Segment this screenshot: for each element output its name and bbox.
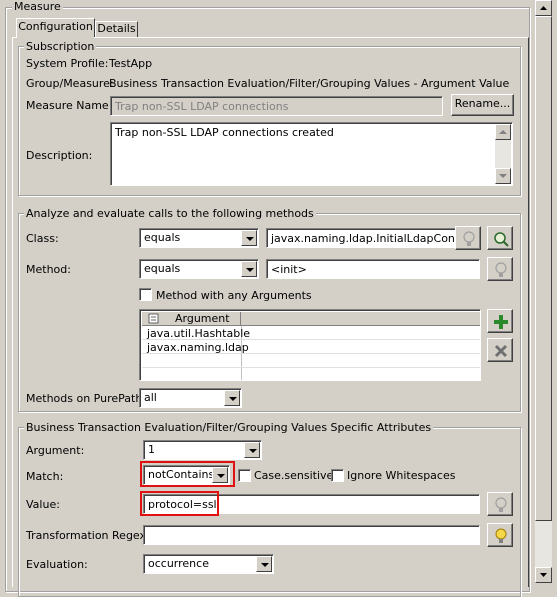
argument-index-select[interactable]: 1	[143, 440, 262, 460]
transform-regex-help-button[interactable]	[487, 523, 513, 547]
description-textarea[interactable]: Trap non-SSL LDAP connections created	[110, 122, 513, 186]
value-pick-button[interactable]	[487, 492, 513, 516]
argument-cell: java.util.Hashtable	[147, 327, 251, 340]
tab-details[interactable]: Details	[95, 21, 138, 38]
lightbulb-icon	[495, 262, 507, 277]
table-sort-icon	[148, 313, 159, 324]
group-measure-value: Business Transaction Evaluation/Filter/G…	[109, 77, 510, 90]
method-input[interactable]: <init>	[266, 259, 480, 279]
search-icon	[494, 232, 509, 247]
rename-button[interactable]: Rename...	[451, 94, 514, 116]
case-sensitive-checkbox[interactable]	[238, 469, 251, 482]
scroll-down-button[interactable]	[495, 168, 511, 184]
transform-regex-label: Transformation Regex:	[26, 529, 150, 542]
class-operator-value: equals	[144, 231, 181, 244]
method-operator-select[interactable]: equals	[139, 259, 259, 279]
chevron-up-icon	[540, 6, 547, 10]
main-scroll-up-button[interactable]	[535, 0, 552, 16]
argument-index-label: Argument:	[26, 444, 85, 457]
remove-argument-button[interactable]	[487, 338, 513, 362]
chevron-down-icon	[499, 174, 507, 178]
subscription-title: Subscription	[24, 40, 97, 53]
measure-panel-title: Measure	[12, 0, 63, 13]
add-argument-button[interactable]	[487, 309, 513, 333]
description-label: Description:	[26, 149, 93, 162]
description-text: Trap non-SSL LDAP connections created	[115, 126, 334, 139]
argument-table[interactable]: Argument java.util.Hashtable javax.namin…	[139, 309, 481, 381]
method-label: Method:	[26, 263, 71, 276]
table-row[interactable]: java.util.Hashtable	[142, 327, 480, 340]
class-operator-select[interactable]: equals	[139, 228, 259, 248]
evaluation-value: occurrence	[148, 557, 209, 570]
tab-configuration[interactable]: Configuration	[16, 18, 95, 38]
value-highlight	[140, 491, 219, 516]
main-scroll-down-button[interactable]	[535, 567, 552, 583]
scroll-up-button[interactable]	[495, 124, 511, 140]
evaluation-select[interactable]: occurrence	[143, 554, 274, 574]
plus-icon	[494, 315, 508, 329]
class-search-button[interactable]	[487, 226, 513, 250]
transform-regex-input[interactable]	[143, 525, 480, 545]
dropdown-arrow-icon[interactable]	[244, 442, 260, 458]
method-operator-value: equals	[144, 262, 181, 275]
class-label: Class:	[26, 232, 59, 245]
tab-details-label: Details	[97, 22, 136, 35]
dropdown-arrow-icon[interactable]	[224, 390, 240, 406]
tab-active-gap	[17, 37, 94, 39]
argument-header-label: Argument	[175, 312, 230, 325]
case-sensitive-label: Case.sensitive	[254, 469, 334, 482]
measure-name-label: Measure Name:	[26, 99, 113, 112]
table-row[interactable]: javax.naming.ldap	[142, 341, 480, 354]
tab-configuration-label: Configuration	[18, 20, 93, 33]
value-label: Value:	[26, 498, 60, 511]
method-pick-button[interactable]	[487, 257, 513, 281]
main-scrollbar[interactable]	[535, 0, 552, 583]
ignore-whitespace-label: Ignore Whitespaces	[347, 469, 456, 482]
chevron-up-icon	[499, 130, 507, 134]
system-profile-label: System Profile:	[26, 57, 109, 70]
argument-cell: javax.naming.ldap	[147, 341, 249, 354]
evaluation-label: Evaluation:	[26, 558, 88, 571]
class-pick-button[interactable]	[455, 226, 481, 250]
dropdown-arrow-icon[interactable]	[241, 230, 257, 246]
lightbulb-icon	[495, 528, 507, 543]
purepath-label: Methods on PurePath:	[26, 392, 147, 405]
table-row[interactable]	[142, 369, 480, 380]
match-highlight	[140, 461, 235, 487]
purepath-select[interactable]: all	[139, 388, 242, 408]
argument-table-header[interactable]: Argument	[142, 312, 480, 326]
table-row[interactable]	[142, 355, 480, 368]
lightbulb-icon	[463, 231, 475, 246]
ignore-whitespace-checkbox[interactable]	[331, 469, 344, 482]
dropdown-arrow-icon[interactable]	[256, 556, 272, 572]
measure-name-field: Trap non-SSL LDAP connections	[110, 96, 443, 116]
class-input[interactable]: javax.naming.ldap.InitialLdapConte:	[266, 228, 480, 248]
any-arguments-label: Method with any Arguments	[156, 289, 312, 302]
chevron-down-icon	[540, 573, 547, 577]
dropdown-arrow-icon[interactable]	[241, 261, 257, 277]
attributes-title: Business Transaction Evaluation/Filter/G…	[24, 421, 434, 434]
any-arguments-checkbox[interactable]	[139, 288, 152, 301]
main-scroll-thumb[interactable]	[535, 16, 552, 521]
group-measure-label: Group/Measure:	[26, 77, 114, 90]
argument-index-value: 1	[148, 443, 155, 456]
analyze-title: Analyze and evaluate calls to the follow…	[24, 207, 316, 220]
lightbulb-icon	[495, 497, 507, 512]
purepath-value: all	[144, 391, 157, 404]
argument-header-cell[interactable]: Argument	[142, 312, 241, 326]
system-profile-value: TestApp	[109, 57, 153, 70]
delete-icon	[494, 344, 508, 358]
match-label: Match:	[26, 470, 64, 483]
description-scrollbar[interactable]	[495, 124, 511, 184]
